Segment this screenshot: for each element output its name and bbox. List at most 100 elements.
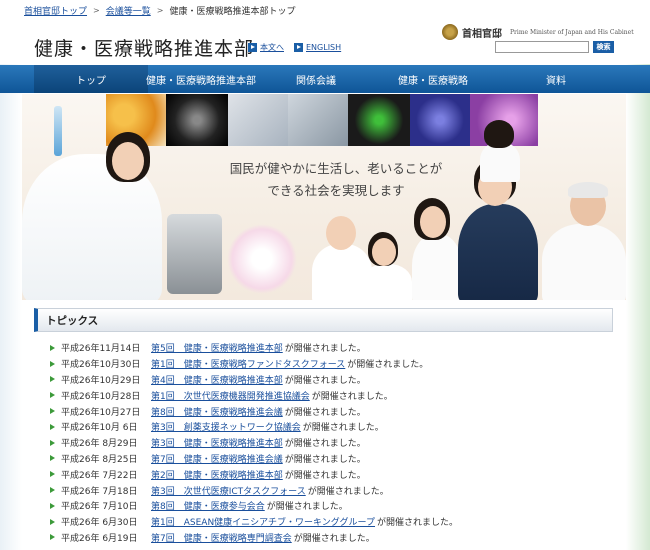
topic-link[interactable]: 第1回 ASEAN健康イニシアチブ・ワーキンググループ — [151, 515, 375, 528]
topic-row: 平成26年 7月18日 第3回 次世代医療ICTタスクフォース が開催されました。 — [50, 482, 610, 498]
topic-date: 平成26年10月27日 — [61, 407, 141, 418]
topic-suffix: が開催されました。 — [302, 423, 384, 434]
topic-suffix: が開催されました。 — [284, 454, 366, 465]
dna-helix-image — [348, 94, 410, 146]
breadcrumb-separator-icon: > — [93, 5, 100, 15]
triangle-bullet-icon — [50, 518, 55, 525]
topics-list: 平成26年11月14日 第5回 健康・医療戦略推進本部 が開催されました。 平成26年… — [50, 340, 610, 545]
kantei-logo[interactable]: 首相官邸 Prime Minister of Japan and His Cab… — [442, 24, 634, 40]
surgery-image — [288, 94, 348, 146]
hero-tagline-line2: できる社会を実現します — [267, 183, 405, 198]
topic-link[interactable]: 第3回 創薬支援ネットワーク協議会 — [151, 420, 301, 433]
topic-link[interactable]: 第3回 次世代医療ICTタスクフォース — [151, 484, 306, 497]
boy-hair — [484, 120, 514, 148]
topic-link[interactable]: 第8回 健康・医療参与会合 — [151, 499, 265, 512]
triangle-bullet-icon — [50, 360, 55, 367]
father-figure — [458, 204, 538, 300]
breadcrumb-separator-icon: > — [156, 5, 164, 15]
site-header: 健康・医療戦略推進本部 本文へ ENGLISH 首相官邸 Prime Minis… — [0, 20, 650, 64]
topic-row: 平成26年10月29日 第4回 健康・医療戦略推進本部 が開催されました。 — [50, 372, 610, 388]
triangle-bullet-icon — [50, 376, 55, 383]
search-button[interactable]: 検索 — [593, 41, 614, 53]
microscope-image — [167, 214, 222, 294]
topic-link[interactable]: 第5回 健康・医療戦略推進本部 — [151, 341, 283, 354]
topics-heading: トピックス — [34, 308, 613, 332]
paulownia-emblem-icon — [442, 24, 458, 40]
triangle-bullet-icon — [50, 502, 55, 509]
breadcrumb-link-kantei-top[interactable]: 首相官邸トップ — [24, 4, 87, 17]
topic-link[interactable]: 第7回 健康・医療戦略専門調査会 — [151, 531, 292, 544]
topic-date: 平成26年10月28日 — [61, 391, 141, 402]
topic-row: 平成26年 8月29日 第3回 健康・医療戦略推進本部 が開催されました。 — [50, 435, 610, 451]
topic-suffix: が開催されました。 — [293, 533, 375, 544]
topic-date: 平成26年 7月10日 — [61, 502, 138, 513]
topic-suffix: が開催されました。 — [266, 502, 348, 513]
nav-item-documents[interactable]: 資料 — [488, 65, 624, 93]
triangle-bullet-icon — [50, 408, 55, 415]
hero-banner: 国民が健やかに生活し、老いることが できる社会を実現します — [22, 94, 626, 300]
topic-link[interactable]: 第1回 次世代医療機器開発推進協議会 — [151, 389, 310, 402]
topic-date: 平成26年 7月22日 — [61, 470, 138, 481]
kantei-name: 首相官邸 — [462, 28, 502, 40]
topic-date: 平成26年10月30日 — [61, 360, 141, 371]
english-label: ENGLISH — [306, 43, 342, 52]
topic-link[interactable]: 第7回 健康・医療戦略推進会議 — [151, 452, 283, 465]
topic-suffix: が開催されました。 — [284, 439, 366, 450]
topic-row: 平成26年10月28日 第1回 次世代医療機器開発推進協議会 が開催されました。 — [50, 387, 610, 403]
topic-date: 平成26年 8月25日 — [61, 454, 138, 465]
breadcrumb-current: 健康・医療戦略推進本部トップ — [169, 6, 296, 17]
topic-suffix: が開催されました。 — [347, 360, 429, 371]
arrow-right-icon — [248, 43, 257, 52]
triangle-bullet-icon — [50, 487, 55, 494]
girl-figure — [362, 264, 412, 300]
breadcrumb-link-meetings-list[interactable]: 会議等一覧 — [106, 4, 151, 17]
skip-to-content-link[interactable]: 本文へ — [248, 42, 284, 53]
grandfather-hair — [568, 182, 608, 198]
brain-scan-image — [166, 94, 228, 146]
topic-date: 平成26年10月 6日 — [61, 423, 138, 434]
topic-row: 平成26年10月30日 第1回 健康・医療戦略ファンドタスクフォース が開催されまし… — [50, 356, 610, 372]
topic-suffix: が開催されました。 — [284, 344, 366, 355]
topic-date: 平成26年11月14日 — [61, 344, 141, 355]
topic-link[interactable]: 第8回 健康・医療戦略推進会議 — [151, 405, 283, 418]
kantei-english-name: Prime Minister of Japan and His Cabinet — [510, 28, 634, 36]
arrow-right-icon — [294, 43, 303, 52]
breadcrumb: 首相官邸トップ > 会議等一覧 > 健康・医療戦略推進本部トップ — [0, 0, 650, 20]
triangle-bullet-icon — [50, 534, 55, 541]
scientist-face — [112, 142, 144, 180]
search-input[interactable] — [495, 41, 589, 53]
global-nav: トップ 健康・医療戦略推進本部 関係会議 健康・医療戦略 資料 — [0, 65, 650, 93]
language-links: 本文へ ENGLISH — [248, 42, 351, 53]
topic-link[interactable]: 第4回 健康・医療戦略推進本部 — [151, 373, 283, 386]
topic-row: 平成26年 6月30日 第1回 ASEAN健康イニシアチブ・ワーキンググループ が開… — [50, 514, 610, 530]
topic-date: 平成26年 6月30日 — [61, 518, 138, 529]
triangle-bullet-icon — [50, 439, 55, 446]
nav-item-top[interactable]: トップ — [34, 65, 148, 93]
cherry-blossom-image — [227, 224, 297, 294]
topic-row: 平成26年11月14日 第5回 健康・医療戦略推進本部 が開催されました。 — [50, 340, 610, 356]
nav-item-strategy[interactable]: 健康・医療戦略 — [378, 65, 488, 93]
triangle-bullet-icon — [50, 455, 55, 462]
topic-row: 平成26年 6月19日 第7回 健康・医療戦略専門調査会 が開催されました。 — [50, 530, 610, 546]
mother-figure — [412, 234, 462, 300]
nav-item-related-meetings[interactable]: 関係会議 — [254, 65, 378, 93]
hero-tagline: 国民が健やかに生活し、老いることが できる社会を実現します — [216, 158, 456, 202]
topic-date: 平成26年 7月18日 — [61, 486, 138, 497]
topic-date: 平成26年10月29日 — [61, 375, 141, 386]
topic-date: 平成26年 6月19日 — [61, 533, 138, 544]
site-title: 健康・医療戦略推進本部 — [34, 38, 255, 60]
triangle-bullet-icon — [50, 344, 55, 351]
topic-row: 平成26年10月27日 第8回 健康・医療戦略推進会議 が開催されました。 — [50, 403, 610, 419]
english-link[interactable]: ENGLISH — [294, 43, 341, 52]
topic-link[interactable]: 第1回 健康・医療戦略ファンドタスクフォース — [151, 357, 345, 370]
grandmother-face — [326, 216, 356, 250]
topic-link[interactable]: 第3回 健康・医療戦略推進本部 — [151, 436, 283, 449]
nav-item-headquarters[interactable]: 健康・医療戦略推進本部 — [146, 65, 256, 93]
triangle-bullet-icon — [50, 423, 55, 430]
topic-link[interactable]: 第2回 健康・医療戦略推進本部 — [151, 468, 283, 481]
topic-suffix: が開催されました。 — [284, 470, 366, 481]
topic-suffix: が開催されました。 — [284, 407, 366, 418]
skip-to-content-label: 本文へ — [260, 43, 284, 52]
triangle-bullet-icon — [50, 471, 55, 478]
mother-face — [420, 206, 446, 238]
